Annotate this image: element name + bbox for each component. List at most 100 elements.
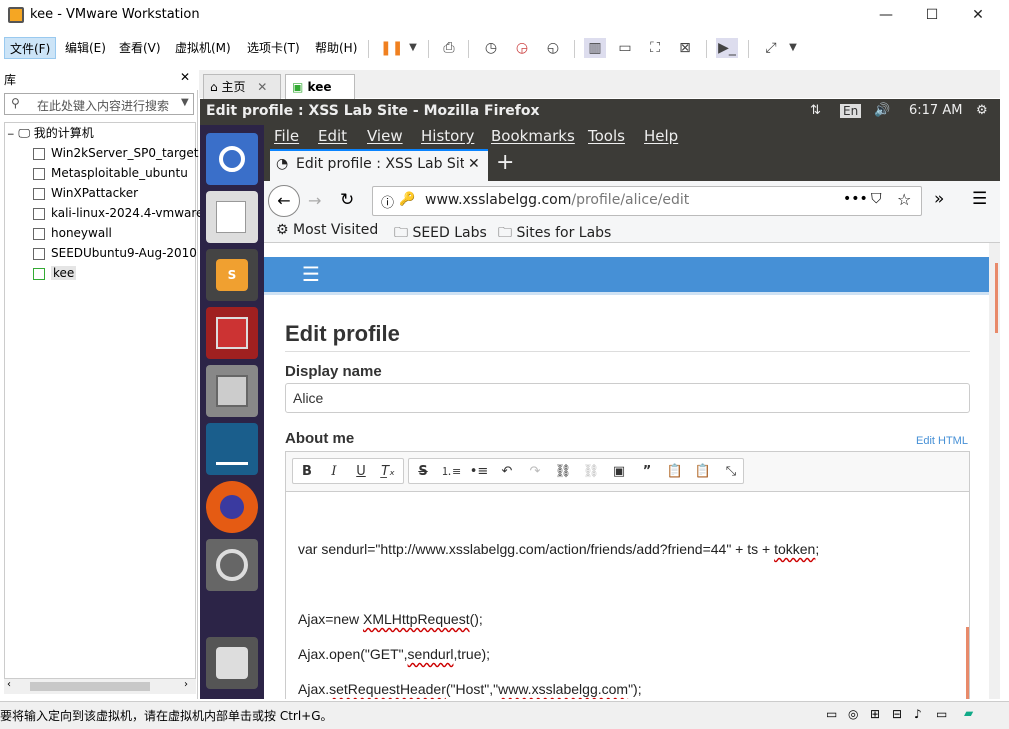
pause-icon[interactable]: ❚❚ xyxy=(380,38,403,58)
ff-tab-active[interactable]: ◔ Edit profile : XSS Lab Sit ✕ xyxy=(270,149,488,181)
reload-button[interactable]: ↻ xyxy=(340,190,354,210)
tree-item-vm[interactable]: kali-linux-2024.4-vmware xyxy=(33,203,203,223)
send-keys-icon[interactable]: ⎙ xyxy=(438,38,460,58)
maximize-button[interactable]: ☐ xyxy=(909,0,955,30)
chevron-down-icon[interactable]: ▼ xyxy=(181,97,189,108)
paste-icon[interactable]: 📋 xyxy=(665,463,685,481)
clock[interactable]: 6:17 AM xyxy=(909,103,962,118)
ff-menu-history[interactable]: History xyxy=(421,127,474,145)
ff-menu-tools[interactable]: Tools xyxy=(588,127,625,145)
chevron-down-icon[interactable]: ▼ xyxy=(402,38,424,58)
menu-edit[interactable]: 编辑(E) xyxy=(60,37,111,59)
bookmark-star-icon[interactable]: ☆ xyxy=(897,190,911,209)
ff-menu-help[interactable]: Help xyxy=(644,127,678,145)
pocket-icon[interactable]: ⛉ xyxy=(871,191,882,207)
usb-icon[interactable]: ⊟ xyxy=(892,707,902,721)
network-adapter-icon[interactable]: ⊞ xyxy=(870,707,880,721)
sound-card-icon[interactable]: ♪ xyxy=(914,707,922,721)
url-bar[interactable]: ⓘ 🔑 www.xsslabelgg.com/profile/alice/edi… xyxy=(372,186,922,216)
edit-html-link[interactable]: Edit HTML xyxy=(916,435,968,447)
tree-item-vm-running[interactable]: kee xyxy=(33,263,77,283)
network-icon[interactable]: ⇅ xyxy=(810,103,821,118)
italic-icon[interactable]: I xyxy=(324,463,344,481)
firefox-icon[interactable] xyxy=(206,481,258,533)
sublime-icon[interactable]: S xyxy=(206,249,258,301)
link-icon[interactable]: ⛓ xyxy=(553,463,573,481)
maximize-icon[interactable]: ⤡ xyxy=(721,463,741,481)
text-editor-icon[interactable] xyxy=(206,191,258,243)
cdrom-icon[interactable]: ◎ xyxy=(848,707,858,721)
strikethrough-icon[interactable]: S xyxy=(413,463,433,481)
wireshark-icon[interactable] xyxy=(206,423,258,475)
new-tab-icon[interactable]: + xyxy=(496,150,514,175)
tree-item-vm[interactable]: SEEDUbuntu9-Aug-2010 xyxy=(33,243,197,263)
page-actions-icon[interactable]: ••• xyxy=(843,191,868,207)
settings-gear-icon[interactable]: ⚙ xyxy=(976,103,988,118)
tree-item-vm[interactable]: WinXPattacker xyxy=(33,183,138,203)
image-icon[interactable]: ▣ xyxy=(609,463,629,481)
bullet-list-icon[interactable]: •≡ xyxy=(469,463,489,481)
remove-format-icon[interactable]: T̲ₓ xyxy=(378,463,398,481)
ff-menu-bookmarks[interactable]: Bookmarks xyxy=(491,127,575,145)
tab-kee[interactable]: ▣ kee ✕ xyxy=(285,74,355,118)
system-settings-icon[interactable] xyxy=(206,539,258,591)
tab-close-icon[interactable]: ✕ xyxy=(468,156,480,172)
menu-tabs[interactable]: 选项卡(T) xyxy=(242,37,305,59)
menu-vm[interactable]: 虚拟机(M) xyxy=(170,37,236,59)
fullscreen-icon[interactable]: ⛶ xyxy=(644,38,666,58)
stretch-icon[interactable]: ⤢ xyxy=(760,38,782,58)
forward-button[interactable]: → xyxy=(308,191,321,210)
overflow-chevron-icon[interactable]: » xyxy=(934,189,944,209)
tree-item-vm[interactable]: Metasploitable_ubuntu xyxy=(33,163,188,183)
volume-icon[interactable]: 🔊 xyxy=(874,103,890,118)
scroll-right-icon[interactable]: › xyxy=(184,679,188,690)
display-name-input[interactable]: Alice xyxy=(285,383,970,413)
numbered-list-icon[interactable]: ⒈≡ xyxy=(441,463,461,481)
library-horizontal-scrollbar[interactable]: ‹ › xyxy=(4,678,196,694)
key-icon[interactable]: 🔑 xyxy=(399,192,415,207)
unlink-icon[interactable]: ⛓ xyxy=(581,463,601,481)
scroll-left-icon[interactable]: ‹ xyxy=(7,679,11,690)
tree-root[interactable]: − 🖵 我的计算机 xyxy=(7,123,94,143)
ff-menu-edit[interactable]: Edit xyxy=(318,127,347,145)
blockquote-icon[interactable]: ” xyxy=(637,463,657,481)
tab-home[interactable]: ⌂ 主页 ✕ xyxy=(203,74,281,100)
redo-icon[interactable]: ↷ xyxy=(525,463,545,481)
message-icon[interactable]: ▰ xyxy=(964,706,973,720)
bold-icon[interactable]: B xyxy=(297,463,317,481)
chevron-down-icon[interactable]: ▼ xyxy=(782,38,804,58)
thumbnail-view-icon[interactable]: ▭ xyxy=(614,38,636,58)
paste-text-icon[interactable]: 📋 xyxy=(693,463,713,481)
underline-icon[interactable]: U xyxy=(351,463,371,481)
keyboard-layout-indicator[interactable]: En xyxy=(840,104,862,118)
ff-menu-file[interactable]: File xyxy=(274,127,299,145)
tree-item-vm[interactable]: honeywall xyxy=(33,223,112,243)
menu-view[interactable]: 查看(V) xyxy=(114,37,166,59)
hdd-icon[interactable]: ▭ xyxy=(826,707,837,721)
editor-scroll-thumb[interactable] xyxy=(966,627,969,699)
trash-icon[interactable] xyxy=(206,637,258,689)
close-icon[interactable]: ✕ xyxy=(257,80,267,94)
expand-icon[interactable]: − xyxy=(7,130,15,140)
menu-help[interactable]: 帮助(H) xyxy=(310,37,362,59)
rich-text-editor[interactable]: B I U T̲ₓ S ⒈≡ •≡ ↶ ↷ ⛓ ⛓ ▣ ” 📋 📋 ⤡ var … xyxy=(285,451,970,699)
url-text[interactable]: www.xsslabelgg.com/profile/alice/edit xyxy=(425,192,689,208)
back-button[interactable]: ← xyxy=(268,185,300,217)
hamburger-menu-icon[interactable]: ☰ xyxy=(972,189,987,209)
dash-icon[interactable] xyxy=(206,133,258,185)
library-close-icon[interactable]: ✕ xyxy=(180,70,190,84)
guest-screen[interactable]: Edit profile : XSS Lab Site - Mozilla Fi… xyxy=(200,99,1000,699)
snapshot-icon[interactable]: ◷ xyxy=(480,38,502,58)
console-icon[interactable]: ▶_ xyxy=(716,38,738,58)
site-menu-icon[interactable]: ☰ xyxy=(302,262,320,286)
revert-snapshot-icon[interactable]: ◶ xyxy=(511,38,533,58)
scroll-thumb[interactable] xyxy=(30,682,150,691)
menu-file[interactable]: 文件(F) xyxy=(4,37,57,59)
page-scroll-thumb[interactable] xyxy=(995,263,998,333)
snapshot-manager-icon[interactable]: ◵ xyxy=(542,38,564,58)
library-search-input[interactable]: ⚲ 在此处键入内容进行搜索 ▼ xyxy=(4,93,194,115)
display-icon[interactable]: ▭ xyxy=(936,707,947,721)
info-icon[interactable]: ⓘ xyxy=(381,192,394,211)
ff-menu-view[interactable]: View xyxy=(367,127,403,145)
unity-icon[interactable]: ⊠ xyxy=(674,38,696,58)
